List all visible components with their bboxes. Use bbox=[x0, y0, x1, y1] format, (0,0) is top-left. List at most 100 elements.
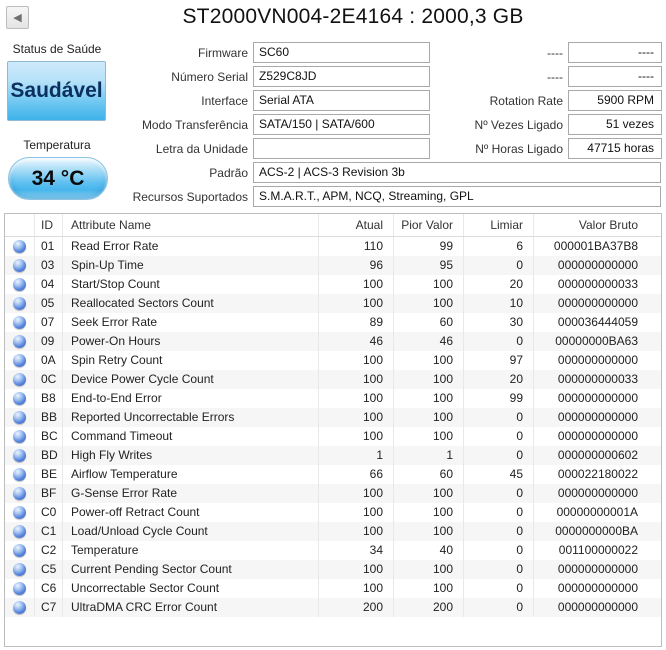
attribute-pior-valor: 100 bbox=[394, 522, 464, 541]
status-orb-cell bbox=[5, 332, 35, 351]
field-label: Interface bbox=[201, 93, 248, 108]
attribute-atual: 1 bbox=[319, 446, 394, 465]
field-value-box[interactable]: Z529C8JD bbox=[253, 66, 430, 87]
attribute-valor-bruto: 0000000000BA bbox=[555, 524, 638, 538]
field-value-box[interactable]: ---- bbox=[568, 42, 662, 63]
attribute-id: BD bbox=[35, 446, 63, 465]
attribute-valor-bruto: 000022180022 bbox=[557, 467, 638, 481]
attribute-name: Command Timeout bbox=[63, 427, 319, 446]
smart-attribute-row[interactable]: 07 Seek Error Rate 89 60 30 000036444059 bbox=[5, 313, 661, 332]
field-value-box[interactable]: 5900 RPM bbox=[568, 90, 662, 111]
field-value-box[interactable]: SC60 bbox=[253, 42, 430, 63]
status-orb-cell bbox=[5, 370, 35, 389]
drive-stat-row: ---- ---- bbox=[435, 42, 662, 63]
header-pior-valor: Pior Valor bbox=[394, 214, 464, 236]
attribute-valor-bruto: 000000000000 bbox=[557, 258, 638, 272]
field-value-box[interactable]: ---- bbox=[568, 66, 662, 87]
smart-attribute-row[interactable]: C1 Load/Unload Cycle Count 100 100 0 000… bbox=[5, 522, 661, 541]
smart-attributes-table: ID Attribute Name Atual Pior Valor Limia… bbox=[4, 213, 662, 647]
status-orb-icon bbox=[13, 563, 26, 576]
attribute-limiar: 0 bbox=[464, 598, 534, 617]
status-orb-cell bbox=[5, 237, 35, 256]
attribute-atual: 100 bbox=[319, 579, 394, 598]
attribute-id: 05 bbox=[35, 294, 63, 313]
status-orb-icon bbox=[13, 335, 26, 348]
smart-attribute-row[interactable]: 09 Power-On Hours 46 46 0 00000000BA63 bbox=[5, 332, 661, 351]
smart-attribute-row[interactable]: 01 Read Error Rate 110 99 6 000001BA37B8 bbox=[5, 237, 661, 256]
drive-stat-row: Nº Vezes Ligado 51 vezes bbox=[435, 114, 662, 135]
field-value-box[interactable]: S.M.A.R.T., APM, NCQ, Streaming, GPL bbox=[253, 186, 661, 207]
attribute-limiar: 0 bbox=[464, 484, 534, 503]
attribute-atual: 100 bbox=[319, 389, 394, 408]
smart-attribute-row[interactable]: 05 Reallocated Sectors Count 100 100 10 … bbox=[5, 294, 661, 313]
attribute-id: C7 bbox=[35, 598, 63, 617]
attribute-name: Seek Error Rate bbox=[63, 313, 319, 332]
back-button[interactable]: ◀ bbox=[6, 6, 29, 29]
field-value-box[interactable]: Serial ATA bbox=[253, 90, 430, 111]
status-orb-icon bbox=[13, 601, 26, 614]
attribute-valor-bruto: 00000000BA63 bbox=[555, 334, 638, 348]
attribute-pior-valor: 100 bbox=[394, 408, 464, 427]
field-value-box[interactable]: 47715 horas bbox=[568, 138, 662, 159]
attribute-limiar: 0 bbox=[464, 541, 534, 560]
attribute-limiar: 0 bbox=[464, 579, 534, 598]
smart-attribute-row[interactable]: BB Reported Uncorrectable Errors 100 100… bbox=[5, 408, 661, 427]
device-info-row: Recursos Suportados S.M.A.R.T., APM, NCQ… bbox=[0, 186, 662, 207]
attribute-atual: 110 bbox=[319, 237, 394, 256]
field-value-box[interactable]: 51 vezes bbox=[568, 114, 662, 135]
attribute-name: Current Pending Sector Count bbox=[63, 560, 319, 579]
attribute-id: 03 bbox=[35, 256, 63, 275]
smart-attribute-row[interactable]: BE Airflow Temperature 66 60 45 00002218… bbox=[5, 465, 661, 484]
attribute-pior-valor: 100 bbox=[394, 351, 464, 370]
attribute-id: BB bbox=[35, 408, 63, 427]
status-orb-cell bbox=[5, 465, 35, 484]
status-orb-icon bbox=[13, 392, 26, 405]
status-orb-icon bbox=[13, 411, 26, 424]
attribute-name: End-to-End Error bbox=[63, 389, 319, 408]
status-orb-icon bbox=[13, 297, 26, 310]
attribute-valor-bruto: 000000000000 bbox=[557, 429, 638, 443]
attribute-pior-valor: 200 bbox=[394, 598, 464, 617]
smart-attribute-row[interactable]: C0 Power-off Retract Count 100 100 0 000… bbox=[5, 503, 661, 522]
header-attribute-name: Attribute Name bbox=[63, 214, 319, 236]
attribute-atual: 100 bbox=[319, 275, 394, 294]
attribute-valor-bruto: 001100000022 bbox=[558, 543, 638, 557]
attribute-name: G-Sense Error Rate bbox=[63, 484, 319, 503]
status-orb-icon bbox=[13, 525, 26, 538]
smart-attribute-row[interactable]: C5 Current Pending Sector Count 100 100 … bbox=[5, 560, 661, 579]
smart-attribute-row[interactable]: 03 Spin-Up Time 96 95 0 000000000000 bbox=[5, 256, 661, 275]
header-icon-column bbox=[5, 214, 35, 236]
smart-attribute-row[interactable]: B8 End-to-End Error 100 100 99 000000000… bbox=[5, 389, 661, 408]
smart-attribute-row[interactable]: C6 Uncorrectable Sector Count 100 100 0 … bbox=[5, 579, 661, 598]
smart-attribute-row[interactable]: BD High Fly Writes 1 1 0 000000000602 bbox=[5, 446, 661, 465]
field-value-box[interactable] bbox=[253, 138, 430, 159]
attribute-name: Airflow Temperature bbox=[63, 465, 319, 484]
attribute-id: BE bbox=[35, 465, 63, 484]
attribute-limiar: 10 bbox=[464, 294, 534, 313]
field-value-box[interactable]: SATA/150 | SATA/600 bbox=[253, 114, 430, 135]
status-orb-cell bbox=[5, 351, 35, 370]
status-orb-cell bbox=[5, 579, 35, 598]
attribute-pior-valor: 40 bbox=[394, 541, 464, 560]
attribute-limiar: 97 bbox=[464, 351, 534, 370]
field-value-box[interactable]: ACS-2 | ACS-3 Revision 3b bbox=[253, 162, 661, 183]
attribute-atual: 100 bbox=[319, 503, 394, 522]
page-title: ST2000VN004-2E4164 : 2000,3 GB bbox=[182, 5, 524, 28]
smart-attribute-row[interactable]: 04 Start/Stop Count 100 100 20 000000000… bbox=[5, 275, 661, 294]
status-orb-icon bbox=[13, 582, 26, 595]
attribute-id: C2 bbox=[35, 541, 63, 560]
smart-attribute-row[interactable]: 0A Spin Retry Count 100 100 97 000000000… bbox=[5, 351, 661, 370]
smart-attribute-row[interactable]: BF G-Sense Error Rate 100 100 0 00000000… bbox=[5, 484, 661, 503]
drive-stats-fields: ---- ---- ---- ---- Rotation Rate 5900 R… bbox=[435, 42, 662, 162]
smart-attribute-row[interactable]: 0C Device Power Cycle Count 100 100 20 0… bbox=[5, 370, 661, 389]
status-orb-icon bbox=[13, 544, 26, 557]
attribute-valor-bruto: 000000000000 bbox=[557, 410, 638, 424]
smart-attribute-row[interactable]: C7 UltraDMA CRC Error Count 200 200 0 00… bbox=[5, 598, 661, 617]
attribute-id: 01 bbox=[35, 237, 63, 256]
smart-attribute-row[interactable]: BC Command Timeout 100 100 0 00000000000… bbox=[5, 427, 661, 446]
smart-attribute-row[interactable]: C2 Temperature 34 40 0 001100000022 bbox=[5, 541, 661, 560]
attribute-name: Uncorrectable Sector Count bbox=[63, 579, 319, 598]
status-orb-cell bbox=[5, 275, 35, 294]
field-label: Nº Horas Ligado bbox=[475, 141, 563, 156]
attribute-atual: 200 bbox=[319, 598, 394, 617]
